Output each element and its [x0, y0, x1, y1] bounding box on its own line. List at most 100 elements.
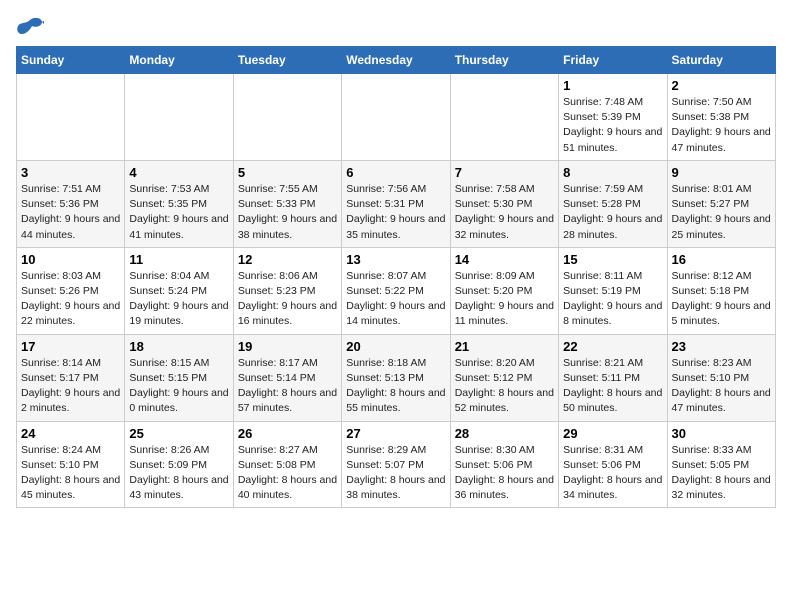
day-info: Sunrise: 8:26 AM Sunset: 5:09 PM Dayligh… — [129, 443, 228, 504]
calendar-cell: 7 Sunrise: 7:58 AM Sunset: 5:30 PM Daylig… — [450, 160, 558, 247]
day-info: Sunrise: 7:50 AM Sunset: 5:38 PM Dayligh… — [672, 95, 771, 156]
logo-bird-icon — [16, 16, 44, 38]
day-info: Sunrise: 7:51 AM Sunset: 5:36 PM Dayligh… — [21, 182, 120, 243]
day-number: 16 — [672, 252, 771, 267]
day-number: 21 — [455, 339, 554, 354]
calendar-week-row: 10 Sunrise: 8:03 AM Sunset: 5:26 PM Dayli… — [17, 247, 776, 334]
day-number: 25 — [129, 426, 228, 441]
calendar-cell: 11 Sunrise: 8:04 AM Sunset: 5:24 PM Dayli… — [125, 247, 233, 334]
day-number: 2 — [672, 78, 771, 93]
day-info: Sunrise: 8:29 AM Sunset: 5:07 PM Dayligh… — [346, 443, 445, 504]
day-number: 20 — [346, 339, 445, 354]
calendar-cell: 27Sunrise: 8:29 AM Sunset: 5:07 PM Dayli… — [342, 421, 450, 508]
day-info: Sunrise: 7:55 AM Sunset: 5:33 PM Dayligh… — [238, 182, 337, 243]
day-info: Sunrise: 8:18 AM Sunset: 5:13 PM Dayligh… — [346, 356, 445, 417]
calendar-cell: 5Sunrise: 7:55 AM Sunset: 5:33 PM Daylig… — [233, 160, 341, 247]
page-header — [16, 16, 776, 38]
day-info: Sunrise: 8:31 AM Sunset: 5:06 PM Dayligh… — [563, 443, 662, 504]
calendar-cell: 26Sunrise: 8:27 AM Sunset: 5:08 PM Dayli… — [233, 421, 341, 508]
day-number: 30 — [672, 426, 771, 441]
day-info: Sunrise: 8:15 AM Sunset: 5:15 PM Dayligh… — [129, 356, 228, 417]
day-number: 3 — [21, 165, 120, 180]
day-number: 12 — [238, 252, 337, 267]
calendar-cell: 10 Sunrise: 8:03 AM Sunset: 5:26 PM Dayli… — [17, 247, 125, 334]
weekday-header-saturday: Saturday — [667, 47, 775, 74]
weekday-header-tuesday: Tuesday — [233, 47, 341, 74]
day-info: Sunrise: 8:04 AM Sunset: 5:24 PM Dayligh… — [129, 269, 228, 330]
calendar-cell: 25 Sunrise: 8:26 AM Sunset: 5:09 PM Dayli… — [125, 421, 233, 508]
day-number: 22 — [563, 339, 662, 354]
calendar-cell: 8Sunrise: 7:59 AM Sunset: 5:28 PM Daylig… — [559, 160, 667, 247]
calendar-cell: 13Sunrise: 8:07 AM Sunset: 5:22 PM Dayli… — [342, 247, 450, 334]
day-number: 7 — [455, 165, 554, 180]
calendar-cell: 21 Sunrise: 8:20 AM Sunset: 5:12 PM Dayli… — [450, 334, 558, 421]
weekday-header-sunday: Sunday — [17, 47, 125, 74]
calendar-table: SundayMondayTuesdayWednesdayThursdayFrid… — [16, 46, 776, 508]
calendar-cell: 12 Sunrise: 8:06 AM Sunset: 5:23 PM Dayli… — [233, 247, 341, 334]
calendar-cell — [233, 74, 341, 161]
calendar-cell — [17, 74, 125, 161]
day-info: Sunrise: 8:21 AM Sunset: 5:11 PM Dayligh… — [563, 356, 662, 417]
calendar-cell: 20 Sunrise: 8:18 AM Sunset: 5:13 PM Dayli… — [342, 334, 450, 421]
calendar-week-row: 1 Sunrise: 7:48 AM Sunset: 5:39 PM Daylig… — [17, 74, 776, 161]
day-number: 24 — [21, 426, 120, 441]
calendar-cell: 16 Sunrise: 8:12 AM Sunset: 5:18 PM Dayli… — [667, 247, 775, 334]
calendar-cell: 6 Sunrise: 7:56 AM Sunset: 5:31 PM Daylig… — [342, 160, 450, 247]
day-info: Sunrise: 8:12 AM Sunset: 5:18 PM Dayligh… — [672, 269, 771, 330]
day-info: Sunrise: 8:30 AM Sunset: 5:06 PM Dayligh… — [455, 443, 554, 504]
calendar-cell: 30 Sunrise: 8:33 AM Sunset: 5:05 PM Dayli… — [667, 421, 775, 508]
day-info: Sunrise: 8:23 AM Sunset: 5:10 PM Dayligh… — [672, 356, 771, 417]
day-number: 23 — [672, 339, 771, 354]
day-info: Sunrise: 8:11 AM Sunset: 5:19 PM Dayligh… — [563, 269, 662, 330]
calendar-cell — [450, 74, 558, 161]
calendar-cell: 22 Sunrise: 8:21 AM Sunset: 5:11 PM Dayli… — [559, 334, 667, 421]
day-info: Sunrise: 7:58 AM Sunset: 5:30 PM Dayligh… — [455, 182, 554, 243]
day-number: 28 — [455, 426, 554, 441]
calendar-week-row: 17 Sunrise: 8:14 AM Sunset: 5:17 PM Dayli… — [17, 334, 776, 421]
calendar-cell: 24 Sunrise: 8:24 AM Sunset: 5:10 PM Dayli… — [17, 421, 125, 508]
calendar-cell: 19 Sunrise: 8:17 AM Sunset: 5:14 PM Dayli… — [233, 334, 341, 421]
day-number: 4 — [129, 165, 228, 180]
calendar-cell: 18 Sunrise: 8:15 AM Sunset: 5:15 PM Dayli… — [125, 334, 233, 421]
calendar-cell: 15 Sunrise: 8:11 AM Sunset: 5:19 PM Dayli… — [559, 247, 667, 334]
calendar-cell: 1 Sunrise: 7:48 AM Sunset: 5:39 PM Daylig… — [559, 74, 667, 161]
day-info: Sunrise: 8:17 AM Sunset: 5:14 PM Dayligh… — [238, 356, 337, 417]
day-number: 13 — [346, 252, 445, 267]
weekday-header-thursday: Thursday — [450, 47, 558, 74]
day-number: 11 — [129, 252, 228, 267]
logo — [16, 16, 48, 38]
calendar-cell: 3 Sunrise: 7:51 AM Sunset: 5:36 PM Daylig… — [17, 160, 125, 247]
calendar-cell: 2 Sunrise: 7:50 AM Sunset: 5:38 PM Daylig… — [667, 74, 775, 161]
day-info: Sunrise: 8:14 AM Sunset: 5:17 PM Dayligh… — [21, 356, 120, 417]
weekday-header-wednesday: Wednesday — [342, 47, 450, 74]
day-info: Sunrise: 8:03 AM Sunset: 5:26 PM Dayligh… — [21, 269, 120, 330]
day-number: 6 — [346, 165, 445, 180]
day-info: Sunrise: 8:24 AM Sunset: 5:10 PM Dayligh… — [21, 443, 120, 504]
calendar-cell — [125, 74, 233, 161]
calendar-cell: 28 Sunrise: 8:30 AM Sunset: 5:06 PM Dayli… — [450, 421, 558, 508]
day-number: 19 — [238, 339, 337, 354]
day-info: Sunrise: 7:56 AM Sunset: 5:31 PM Dayligh… — [346, 182, 445, 243]
calendar-cell: 14 Sunrise: 8:09 AM Sunset: 5:20 PM Dayli… — [450, 247, 558, 334]
day-number: 9 — [672, 165, 771, 180]
calendar-cell — [342, 74, 450, 161]
day-info: Sunrise: 7:48 AM Sunset: 5:39 PM Dayligh… — [563, 95, 662, 156]
day-info: Sunrise: 7:53 AM Sunset: 5:35 PM Dayligh… — [129, 182, 228, 243]
day-number: 1 — [563, 78, 662, 93]
day-number: 26 — [238, 426, 337, 441]
weekday-header-friday: Friday — [559, 47, 667, 74]
day-number: 29 — [563, 426, 662, 441]
day-info: Sunrise: 8:20 AM Sunset: 5:12 PM Dayligh… — [455, 356, 554, 417]
day-number: 17 — [21, 339, 120, 354]
day-number: 10 — [21, 252, 120, 267]
day-info: Sunrise: 8:09 AM Sunset: 5:20 PM Dayligh… — [455, 269, 554, 330]
day-number: 18 — [129, 339, 228, 354]
day-info: Sunrise: 8:33 AM Sunset: 5:05 PM Dayligh… — [672, 443, 771, 504]
day-number: 15 — [563, 252, 662, 267]
calendar-cell: 23 Sunrise: 8:23 AM Sunset: 5:10 PM Dayli… — [667, 334, 775, 421]
day-number: 14 — [455, 252, 554, 267]
calendar-week-row: 3 Sunrise: 7:51 AM Sunset: 5:36 PM Daylig… — [17, 160, 776, 247]
day-info: Sunrise: 7:59 AM Sunset: 5:28 PM Dayligh… — [563, 182, 662, 243]
weekday-header-monday: Monday — [125, 47, 233, 74]
day-info: Sunrise: 8:06 AM Sunset: 5:23 PM Dayligh… — [238, 269, 337, 330]
